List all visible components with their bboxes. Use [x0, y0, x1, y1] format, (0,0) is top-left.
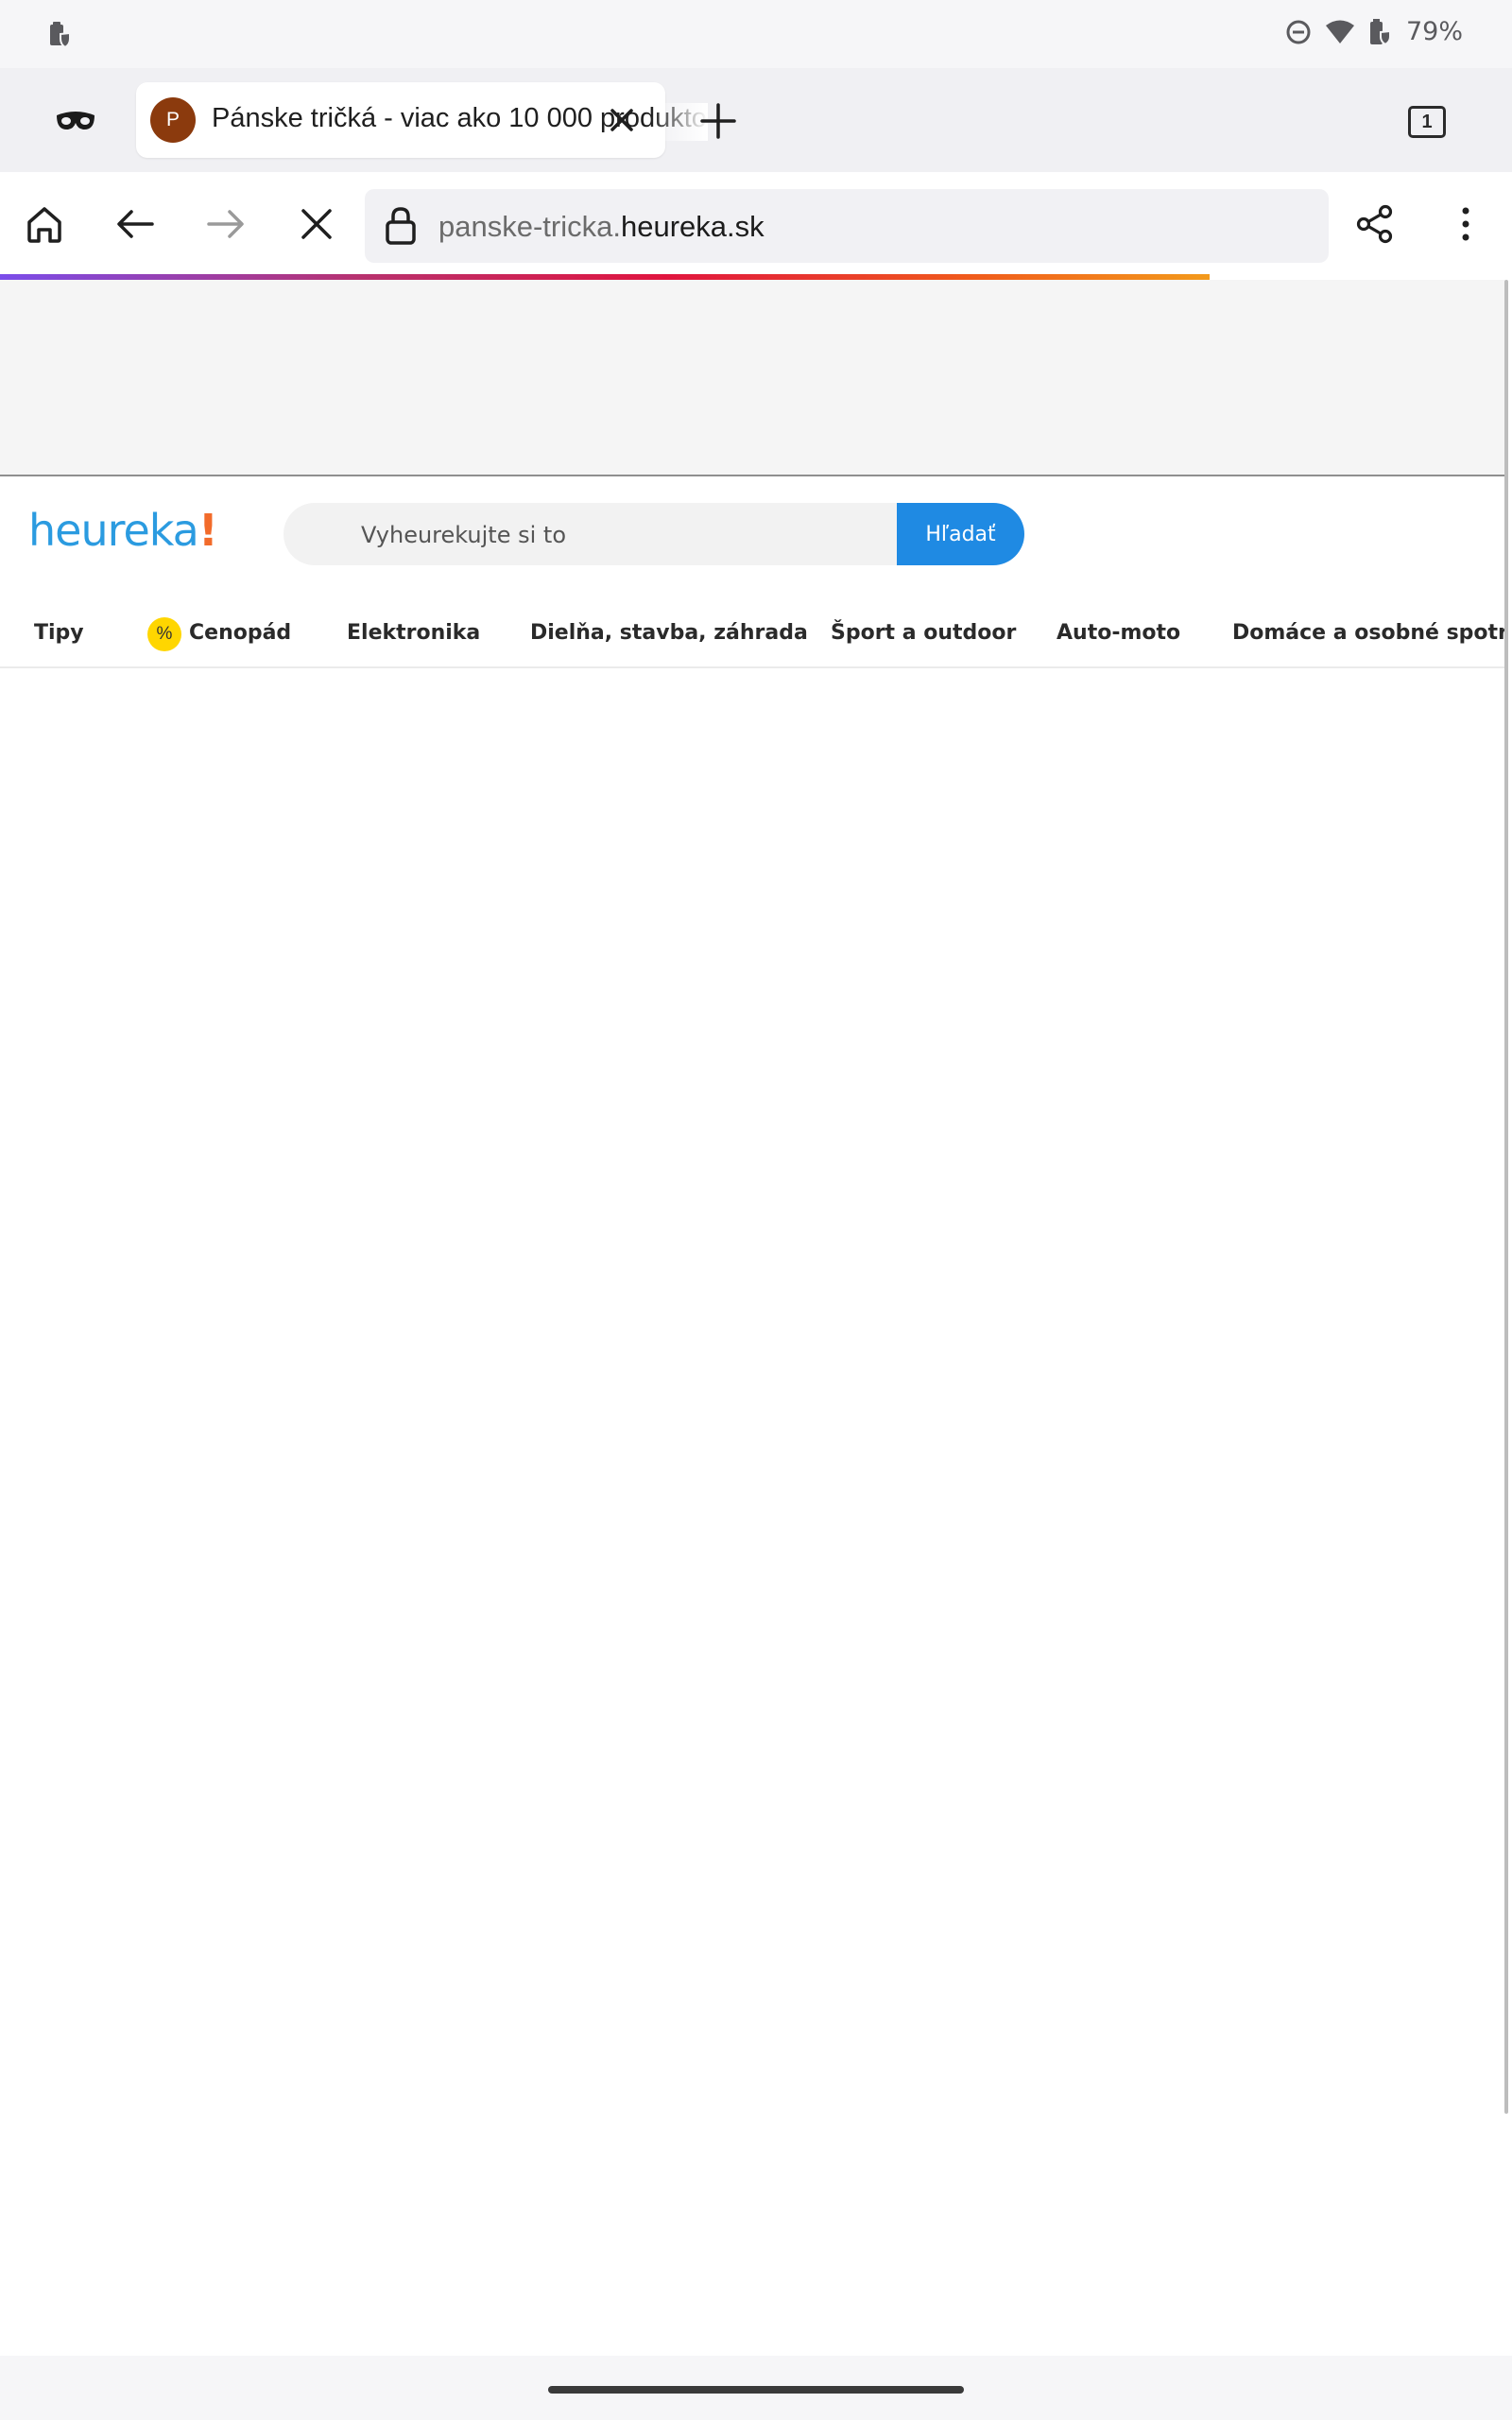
- tab-counter-button[interactable]: 1: [1408, 106, 1446, 138]
- share-icon[interactable]: [1353, 202, 1397, 246]
- clipboard-icon: [47, 21, 74, 49]
- navigation-gesture-area: [0, 2356, 1512, 2420]
- search-button[interactable]: Hľadať: [897, 503, 1024, 565]
- more-vert-icon[interactable]: [1444, 202, 1487, 246]
- category-elektronika[interactable]: Elektronika: [347, 621, 480, 645]
- category-auto-moto[interactable]: Auto-moto: [1057, 621, 1180, 645]
- status-bar: 79%: [0, 0, 1512, 68]
- discount-icon: %: [147, 617, 181, 651]
- search-input[interactable]: Vyheurekujte si to: [284, 503, 898, 565]
- category-dielna[interactable]: Dielňa, stavba, záhrada: [530, 621, 808, 645]
- dnd-icon: [1285, 19, 1312, 45]
- heureka-logo[interactable]: heureka!: [28, 505, 218, 556]
- battery-icon: [1368, 18, 1393, 46]
- category-nav: Tipy % Cenopád Elektronika Dielňa, stavb…: [0, 604, 1504, 668]
- url-subdomain: panske-tricka.: [438, 210, 621, 243]
- stop-icon[interactable]: [295, 202, 338, 246]
- home-icon[interactable]: [23, 202, 66, 246]
- browser-toolbar: panske-tricka.heureka.sk: [0, 172, 1512, 276]
- web-page-content: heureka! Vyheurekujte si to Hľadať Tipy …: [0, 280, 1504, 2356]
- gesture-handle[interactable]: [548, 2386, 964, 2394]
- close-icon[interactable]: [605, 103, 639, 137]
- active-tab[interactable]: P Pánske tričká - viac ako 10 000 produk…: [136, 82, 708, 158]
- category-tipy[interactable]: Tipy: [34, 621, 84, 645]
- page-scrollbar[interactable]: [1504, 280, 1508, 2114]
- forward-arrow-icon[interactable]: [204, 202, 248, 246]
- address-bar[interactable]: panske-tricka.heureka.sk: [365, 189, 1329, 263]
- url-text[interactable]: panske-tricka.heureka.sk: [438, 210, 765, 244]
- tab-strip: P Pánske tričká - viac ako 10 000 produk…: [0, 68, 1512, 172]
- category-domace[interactable]: Domáce a osobné spotrebiče: [1232, 621, 1504, 645]
- category-sport[interactable]: Šport a outdoor: [831, 621, 1016, 645]
- new-tab-icon[interactable]: [699, 102, 737, 140]
- battery-percent: 79%: [1405, 17, 1463, 46]
- logo-bang: !: [198, 505, 218, 556]
- lock-icon[interactable]: [384, 206, 418, 246]
- category-cenopad[interactable]: Cenopád: [189, 621, 291, 645]
- site-header: heureka! Vyheurekujte si to Hľadať Tipy …: [0, 476, 1504, 668]
- tab-favicon: P: [150, 97, 196, 143]
- url-host: heureka.sk: [620, 210, 765, 243]
- back-arrow-icon[interactable]: [113, 202, 157, 246]
- incognito-mask-icon[interactable]: [49, 102, 102, 140]
- ad-placeholder: [0, 280, 1504, 476]
- logo-text: heureka: [28, 505, 199, 556]
- search-placeholder: Vyheurekujte si to: [361, 522, 567, 548]
- wifi-icon: [1325, 19, 1355, 45]
